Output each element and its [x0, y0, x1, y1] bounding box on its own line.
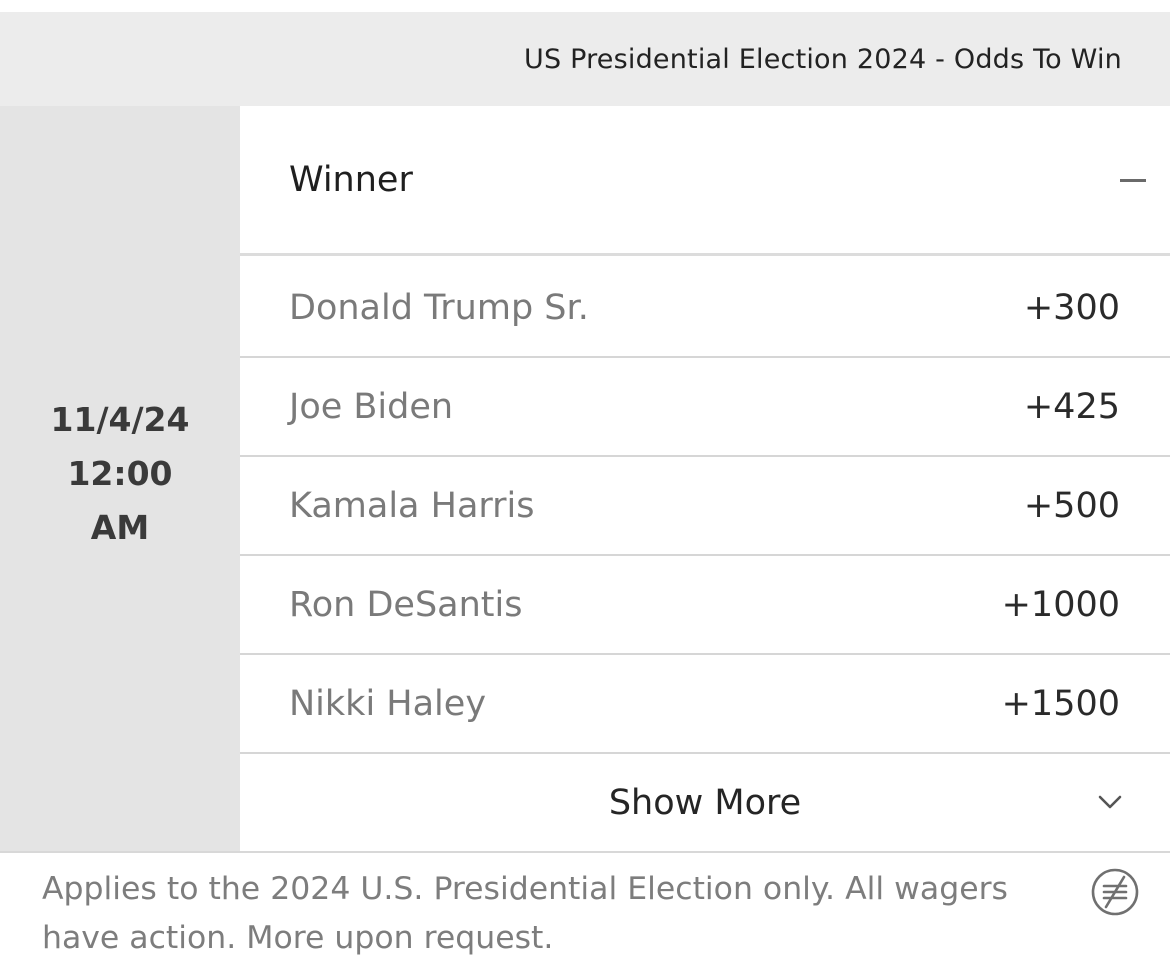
show-more-label: Show More: [608, 782, 802, 823]
no-parlay-icon[interactable]: [1090, 867, 1140, 917]
selection-row[interactable]: Kamala Harris +500: [240, 457, 1170, 556]
selection-row[interactable]: Donald Trump Sr. +300: [240, 259, 1170, 358]
event-datetime: 11/4/24 12:00 AM: [51, 393, 190, 555]
market-panel: Winner Donald Trump Sr. +300 Joe Biden +…: [240, 106, 1170, 851]
selection-odds[interactable]: +1500: [1002, 684, 1120, 724]
selection-row[interactable]: Nikki Haley +1500: [240, 655, 1170, 754]
minus-icon[interactable]: [1120, 179, 1146, 182]
selection-row[interactable]: Ron DeSantis +1000: [240, 556, 1170, 655]
selection-odds[interactable]: +425: [1024, 387, 1120, 427]
selection-name: Nikki Haley: [289, 683, 487, 724]
selection-row[interactable]: Joe Biden +425: [240, 358, 1170, 457]
show-more-button[interactable]: Show More: [240, 754, 1170, 851]
selection-list: Donald Trump Sr. +300 Joe Biden +425 Kam…: [240, 259, 1170, 754]
selection-odds[interactable]: +500: [1024, 486, 1120, 526]
event-title: US Presidential Election 2024 - Odds To …: [524, 43, 1122, 75]
market-title: Winner: [289, 159, 413, 200]
event-ampm: AM: [90, 507, 150, 547]
event-datetime-column: 11/4/24 12:00 AM: [0, 106, 240, 851]
footer: Applies to the 2024 U.S. Presidential El…: [0, 853, 1170, 972]
footer-note: Applies to the 2024 U.S. Presidential El…: [42, 871, 1008, 956]
selection-odds[interactable]: +1000: [1002, 585, 1120, 625]
selection-name: Joe Biden: [289, 386, 454, 427]
chevron-down-icon[interactable]: [1098, 790, 1122, 814]
selection-name: Donald Trump Sr.: [289, 287, 589, 328]
top-strip: [0, 0, 1170, 12]
event-header: US Presidential Election 2024 - Odds To …: [0, 12, 1170, 106]
selection-name: Ron DeSantis: [289, 584, 523, 625]
event-time: 12:00: [67, 453, 173, 493]
market-header-toggle[interactable]: Winner: [240, 106, 1170, 256]
selection-name: Kamala Harris: [289, 485, 535, 526]
selection-odds[interactable]: +300: [1024, 288, 1120, 328]
event-date: 11/4/24: [50, 399, 190, 439]
